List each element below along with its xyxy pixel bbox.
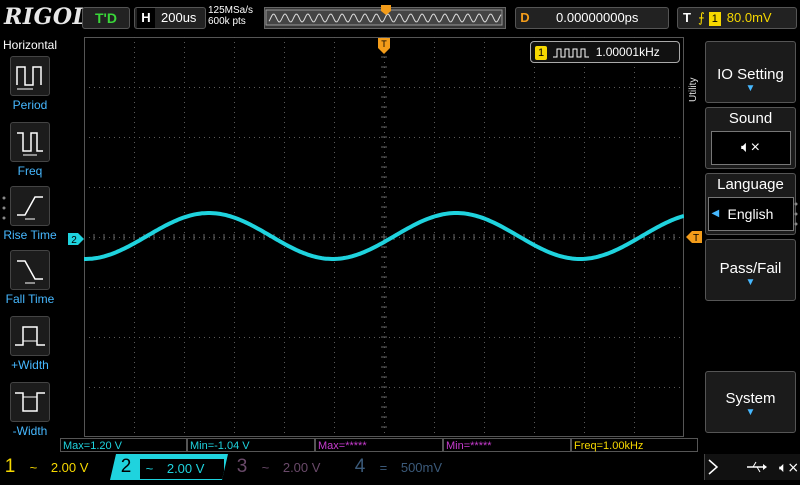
sound-button[interactable]: Sound 🔈︎× [705,107,796,169]
measurement-freq[interactable]: Freq=1.00kHz [571,438,698,452]
io-setting-label: IO Setting [717,66,784,83]
coupling-icon: = [379,460,388,475]
measurement-text: Min=-1.04 V [190,440,250,452]
measure-fall-time-button[interactable]: Fall Time [0,250,60,306]
rising-edge-icon: ⨍ [698,10,705,25]
coupling-icon: ~ [29,460,38,475]
channel-1-status[interactable]: 1 ~ 2.00 V [0,454,110,480]
trigger-level: 80.0mV [726,10,772,25]
delay-label: D [520,10,530,25]
measurement-max-empty[interactable]: Max=***** [315,438,443,452]
channel-number: 4 [354,456,366,477]
channel-2-marker-text: 2 [71,235,77,245]
trigger-level-marker[interactable]: T [686,230,702,248]
counter-value: 1.00001kHz [595,45,660,59]
channel-scale: 2.00 V [166,460,205,476]
chevron-left-icon: ◀ [711,208,720,219]
measure-positive-width-label: +Width [11,358,49,372]
system-button[interactable]: System ▼ [705,371,796,433]
measurement-ch1-max[interactable]: Max=1.20 V [60,438,187,452]
measurement-text: Min=***** [446,440,492,452]
rise-time-icon [10,186,50,226]
measure-freq-label: Freq [17,164,43,178]
waveform-display[interactable] [84,37,684,437]
chevron-down-icon: ▼ [745,407,756,418]
positive-width-icon [10,316,50,356]
coupling-icon: ~ [145,460,154,476]
measure-rise-time-button[interactable]: Rise Time [0,186,60,242]
acquisition-info: 125MSa/s 600k pts [208,5,253,27]
measurement-ch1-min[interactable]: Min=-1.04 V [187,438,315,452]
channel-scale: 2.00 V [50,460,89,475]
measure-negative-width-button[interactable]: -Width [0,382,60,438]
menu-title: Utility [688,77,699,102]
pass-fail-button[interactable]: Pass/Fail ▼ [705,239,796,301]
pass-fail-label: Pass/Fail [719,260,782,277]
channel-number: 2 [120,456,132,477]
menu-page-dots[interactable] [794,202,798,231]
channel-scale: 500mV [400,460,443,475]
sample-rate: 125MSa/s [208,5,254,16]
counter-channel: 1 [535,45,547,60]
measure-period-button[interactable]: Period [0,56,60,112]
measure-fall-time-label: Fall Time [5,292,55,306]
chevron-down-icon: ▼ [745,277,756,288]
trigger-position-text: T [381,39,387,49]
usb-icon [747,461,767,473]
measure-freq-button[interactable]: Freq [0,122,60,178]
panel-page-dots[interactable] [2,196,6,225]
language-button[interactable]: Language ◀ English [705,173,796,235]
delay-value: 0.00000000ps [556,10,639,25]
measure-panel-title: Horizontal [2,38,58,52]
fall-time-icon [10,250,50,290]
brand-logo: RIGOL [4,4,89,30]
io-setting-button[interactable]: IO Setting ▼ [705,41,796,103]
period-icon [10,56,50,96]
speaker-muted-icon: 🔈︎× [779,460,799,476]
measure-period-label: Period [12,98,48,112]
language-value: English [727,206,774,222]
chevron-down-icon: ▼ [745,83,756,94]
trigger-label: T [683,10,691,25]
trigger-box[interactable]: T ⨍ 1 80.0mV [677,7,797,29]
timebase-value: 200us [161,10,197,25]
language-label: Language [717,176,784,193]
trigger-source: 1 [708,11,721,26]
trigger-position-marker[interactable]: T [378,38,390,59]
expand-arrow-icon [708,459,719,475]
negative-width-icon [10,382,50,422]
delay-box[interactable]: D 0.00000000ps [515,7,669,29]
channel-number: 1 [4,456,16,477]
channel-number: 3 [236,456,248,477]
system-status-area: 🔈︎× [704,454,800,480]
channel-2-status[interactable]: 2 ~ 2.00 V [110,454,228,480]
measure-rise-time-label: Rise Time [3,228,57,242]
timebase-box[interactable]: H 200us [134,7,206,29]
channel-2-offset-marker[interactable]: 2 [68,232,84,250]
speaker-muted-icon: 🔈︎× [710,131,791,165]
frequency-counter[interactable]: 1 1.00001kHz [530,41,680,63]
measurement-text: Freq=1.00kHz [574,440,644,452]
coupling-icon: ~ [261,460,270,475]
measurement-text: Max=1.20 V [63,440,123,452]
trigger-level-marker-text: T [693,233,699,243]
square-wave-icon [553,48,590,58]
language-selector[interactable]: ◀ English [707,197,794,231]
measure-positive-width-button[interactable]: +Width [0,316,60,372]
measurement-text: Max=***** [318,440,367,452]
channel-scale: 2.00 V [282,460,321,475]
frequency-icon [10,122,50,162]
channel-4-status[interactable]: 4 = 500mV [350,454,460,480]
system-label: System [725,390,776,407]
measurement-min-empty[interactable]: Min=***** [443,438,571,452]
memory-depth: 600k pts [208,16,246,27]
horizontal-label: H [137,8,155,28]
measure-negative-width-label: -Width [12,424,48,438]
trigger-position-marker-top-bar [381,2,391,20]
run-state-indicator[interactable]: T'D [82,7,130,29]
sound-label: Sound [728,110,773,127]
channel-3-status[interactable]: 3 ~ 2.00 V [232,454,342,480]
